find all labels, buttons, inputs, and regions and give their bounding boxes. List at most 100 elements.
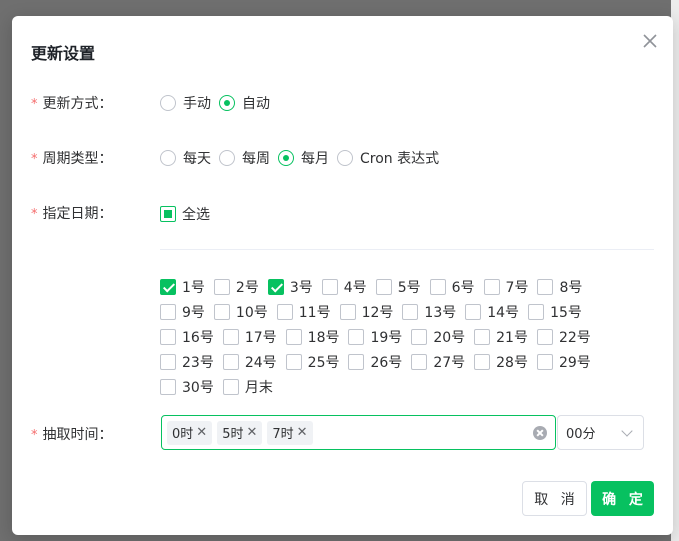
day-checkbox[interactable]: 23号 (160, 352, 214, 372)
tag-close-icon[interactable]: ✕ (297, 425, 308, 440)
day-checkbox[interactable]: 22号 (536, 327, 591, 347)
checkbox-box (285, 328, 302, 345)
tag-close-icon[interactable]: ✕ (246, 425, 257, 440)
day-checkbox[interactable]: 18号 (285, 327, 339, 347)
radio-monthly[interactable]: 每月 (278, 148, 329, 168)
day-checkbox[interactable]: 7号 (483, 277, 529, 297)
checkbox-box (474, 328, 491, 345)
checkbox-box (222, 378, 239, 395)
day-label: 16号 (182, 329, 214, 346)
checkbox-box (411, 353, 428, 370)
day-checkbox[interactable]: 5号 (375, 277, 421, 297)
day-checkbox[interactable]: 28号 (474, 352, 528, 372)
day-label: 月末 (244, 379, 273, 396)
day-checkbox[interactable]: 9号 (160, 302, 205, 322)
select-all-checkbox[interactable]: 全选 (160, 204, 210, 224)
day-checkbox[interactable]: 30号 (160, 377, 214, 397)
day-checkbox[interactable]: 27号 (411, 352, 465, 372)
required-mark: * (31, 152, 38, 167)
day-checkbox[interactable]: 16号 (160, 327, 214, 347)
day-checkbox[interactable]: 21号 (474, 327, 528, 347)
day-checkbox[interactable]: 15号 (528, 302, 582, 322)
checkbox-box (536, 353, 553, 370)
day-label: 30号 (182, 379, 214, 396)
day-checkbox-grid: 1号 2号 3号 4号 5号 6号 7号 8号 9号 10号 11号 12号 13号 14号 15号 16号 1… (160, 274, 610, 399)
day-checkbox[interactable]: 10号 (213, 302, 268, 322)
day-label: 10号 (235, 304, 268, 321)
radio-manual[interactable]: 手动 (160, 93, 211, 113)
day-checkbox[interactable]: 2号 (213, 277, 259, 297)
radio-monthly-dot (278, 150, 294, 166)
day-checkbox[interactable]: 17号 (222, 327, 277, 347)
hour-multi-select[interactable]: 0时 ✕ 5时 ✕ 7时 ✕ (161, 415, 556, 450)
day-checkbox[interactable]: 19号 (348, 327, 402, 347)
day-label: 5号 (397, 279, 421, 296)
checkbox-box (267, 278, 284, 295)
tag-close-icon[interactable]: ✕ (196, 425, 207, 440)
day-checkbox[interactable]: 25号 (285, 352, 339, 372)
checkbox-box (321, 278, 338, 295)
checkbox-box (465, 303, 482, 320)
cancel-button[interactable]: 取 消 (522, 481, 587, 516)
day-label: 21号 (496, 329, 528, 346)
day-label: 14号 (487, 304, 520, 321)
day-row: 30号 月末 (160, 374, 610, 399)
day-checkbox[interactable]: 12号 (339, 302, 393, 322)
required-mark: * (31, 428, 38, 443)
day-checkbox[interactable]: 8号 (537, 277, 582, 297)
period-type-label: * 周期类型： (31, 151, 113, 167)
select-all-box (160, 206, 176, 222)
radio-manual-dot (160, 95, 176, 111)
checkbox-box (411, 328, 428, 345)
day-checkbox[interactable]: 26号 (348, 352, 402, 372)
day-checkbox[interactable]: 13号 (402, 302, 456, 322)
update-settings-dialog: 更新设置 * 更新方式： 手动 自动 * 周期类型： 每天 每周 每月 Cron… (12, 16, 673, 535)
radio-cron-dot (337, 150, 353, 166)
checkbox-box (348, 353, 365, 370)
radio-weekly[interactable]: 每周 (219, 148, 270, 168)
day-checkbox[interactable]: 6号 (429, 277, 475, 297)
day-checkbox[interactable]: 1号 (160, 277, 205, 297)
minute-select[interactable]: 00分 (557, 415, 644, 450)
day-label: 7号 (505, 279, 529, 296)
day-checkbox[interactable]: 14号 (465, 302, 519, 322)
day-row: 1号 2号 3号 4号 5号 6号 7号 8号 (160, 274, 610, 299)
day-checkbox[interactable]: 11号 (276, 302, 331, 322)
checkbox-box (285, 353, 302, 370)
day-label: 24号 (244, 354, 277, 371)
day-checkbox[interactable]: 24号 (222, 352, 277, 372)
day-label: 13号 (424, 304, 457, 321)
checkbox-box (222, 328, 239, 345)
day-label: 17号 (244, 329, 277, 346)
chevron-down-icon (621, 425, 633, 437)
radio-auto[interactable]: 自动 (219, 93, 270, 113)
day-label: 6号 (451, 279, 475, 296)
checkbox-box (213, 278, 230, 295)
checkbox-box (213, 303, 230, 320)
confirm-button[interactable]: 确 定 (591, 481, 654, 516)
day-label: 15号 (550, 304, 582, 321)
day-row: 16号 17号 18号 19号 20号 21号 22号 (160, 324, 610, 349)
close-icon[interactable] (640, 31, 660, 51)
day-checkbox[interactable]: 月末 (222, 377, 273, 397)
day-label: 20号 (433, 329, 466, 346)
day-checkbox[interactable]: 3号 (267, 277, 313, 297)
day-label: 28号 (496, 354, 528, 371)
day-row: 23号 24号 25号 26号 27号 28号 29号 (160, 349, 610, 374)
required-mark: * (31, 97, 38, 112)
checkbox-box (160, 328, 176, 345)
radio-cron[interactable]: Cron 表达式 (337, 148, 439, 168)
day-checkbox[interactable]: 4号 (321, 277, 367, 297)
radio-daily[interactable]: 每天 (160, 148, 211, 168)
checkbox-box (160, 303, 176, 320)
checkbox-box (402, 303, 419, 320)
checkbox-box (429, 278, 446, 295)
day-checkbox[interactable]: 20号 (411, 327, 465, 347)
day-row: 9号 10号 11号 12号 13号 14号 15号 (160, 299, 610, 324)
day-checkbox[interactable]: 29号 (536, 352, 591, 372)
extract-time-label: * 抽取时间： (31, 427, 113, 443)
clear-icon[interactable] (533, 426, 547, 440)
period-type-row: * 周期类型： 每天 每周 每月 Cron 表达式 (12, 148, 673, 168)
day-label: 29号 (558, 354, 591, 371)
radio-weekly-dot (219, 150, 235, 166)
